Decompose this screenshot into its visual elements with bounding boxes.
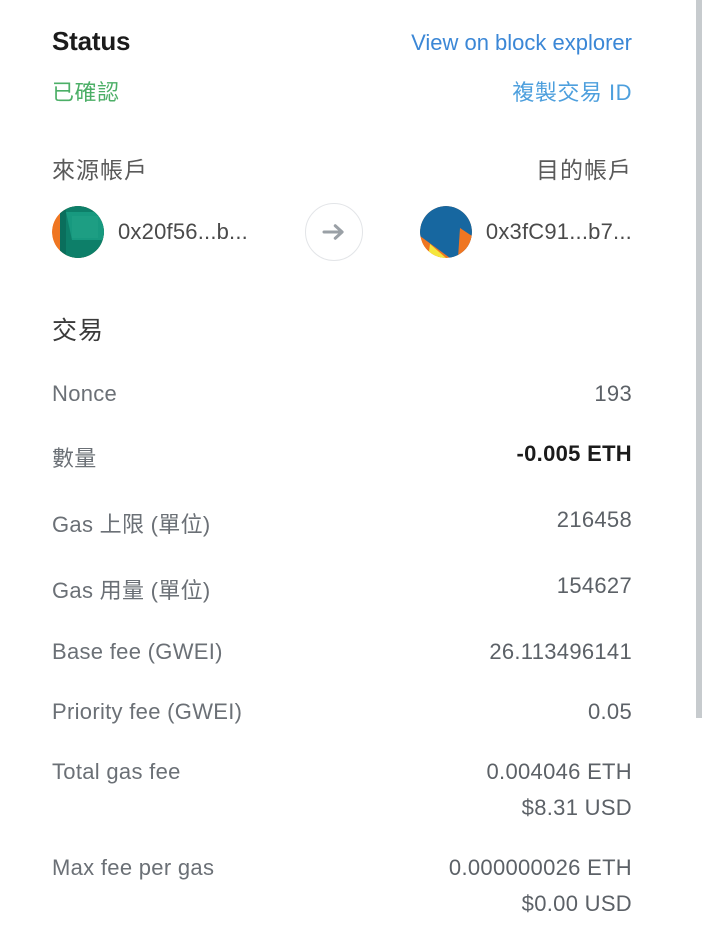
detail-label: Nonce — [52, 381, 118, 406]
detail-value: 0.05 — [587, 699, 632, 724]
from-account[interactable]: 0x20f56...b... — [52, 206, 248, 258]
to-account[interactable]: 0x3fC91...b7... — [419, 206, 632, 258]
scrollbar-thumb[interactable] — [696, 0, 702, 718]
from-account-label: 來源帳戶 — [52, 157, 148, 183]
vertical-scrollbar[interactable] — [686, 0, 702, 946]
detail-value: 0.004046 ETH $8.31 USD — [487, 759, 632, 821]
table-row: 數量 -0.005 ETH — [52, 441, 632, 473]
detail-label: Gas 上限 (單位) — [52, 512, 211, 537]
transaction-section-title: 交易 — [52, 317, 105, 345]
table-row: Priority fee (GWEI) 0.05 — [52, 699, 632, 725]
table-row: Base fee (GWEI) 26.113496141 — [52, 639, 632, 665]
detail-value-secondary: $8.31 USD — [521, 795, 632, 820]
detail-label: 數量 — [52, 446, 97, 471]
detail-value-primary: 0.004046 ETH — [486, 759, 632, 784]
detail-value: 193 — [594, 381, 632, 406]
detail-label: Base fee (GWEI) — [52, 639, 223, 664]
status-value-row: 已確認 複製交易 ID — [52, 75, 632, 107]
detail-value: 0.000000026 ETH $0.00 USD — [449, 855, 632, 917]
detail-label: Gas 用量 (單位) — [52, 578, 211, 603]
accounts-row: 0x20f56...b... 0x3fC91...b7... — [52, 203, 632, 261]
table-row: Gas 用量 (單位) 154627 — [52, 573, 632, 605]
from-account-avatar-icon — [52, 206, 104, 258]
table-row: Gas 上限 (單位) 216458 — [52, 507, 632, 539]
arrow-right-icon — [304, 203, 363, 261]
table-row: Nonce 193 — [52, 381, 632, 407]
table-row: Max fee per gas 0.000000026 ETH $0.00 US… — [52, 855, 632, 917]
transaction-details-panel: Status View on block explorer 已確認 複製交易 I… — [0, 0, 702, 946]
copy-transaction-id-link[interactable]: 複製交易 ID — [512, 75, 632, 107]
detail-label: Max fee per gas — [52, 855, 215, 880]
to-account-avatar-icon — [419, 206, 472, 258]
to-account-address: 0x3fC91...b7... — [485, 219, 632, 244]
detail-value: 216458 — [556, 507, 632, 532]
detail-value: 154627 — [556, 573, 632, 598]
detail-label: Total gas fee — [52, 759, 181, 784]
detail-value: 26.113496141 — [489, 639, 632, 664]
table-row: Total gas fee 0.004046 ETH $8.31 USD — [52, 759, 632, 821]
detail-value-secondary: $0.00 USD — [521, 891, 632, 916]
detail-label: Priority fee (GWEI) — [52, 699, 243, 724]
detail-value-primary: 0.000000026 ETH — [448, 855, 632, 880]
transaction-details-list: Nonce 193 數量 -0.005 ETH Gas 上限 (單位) 2164… — [52, 381, 632, 917]
status-header-row: Status View on block explorer — [52, 0, 632, 57]
status-badge: 已確認 — [52, 80, 120, 105]
detail-value: -0.005 ETH — [516, 441, 632, 466]
accounts-labels-row: 來源帳戶 目的帳戶 — [52, 151, 632, 185]
from-account-address: 0x20f56...b... — [118, 219, 248, 244]
to-account-label: 目的帳戶 — [536, 157, 632, 183]
page-title: Status — [52, 26, 131, 56]
view-on-block-explorer-link[interactable]: View on block explorer — [411, 30, 632, 56]
